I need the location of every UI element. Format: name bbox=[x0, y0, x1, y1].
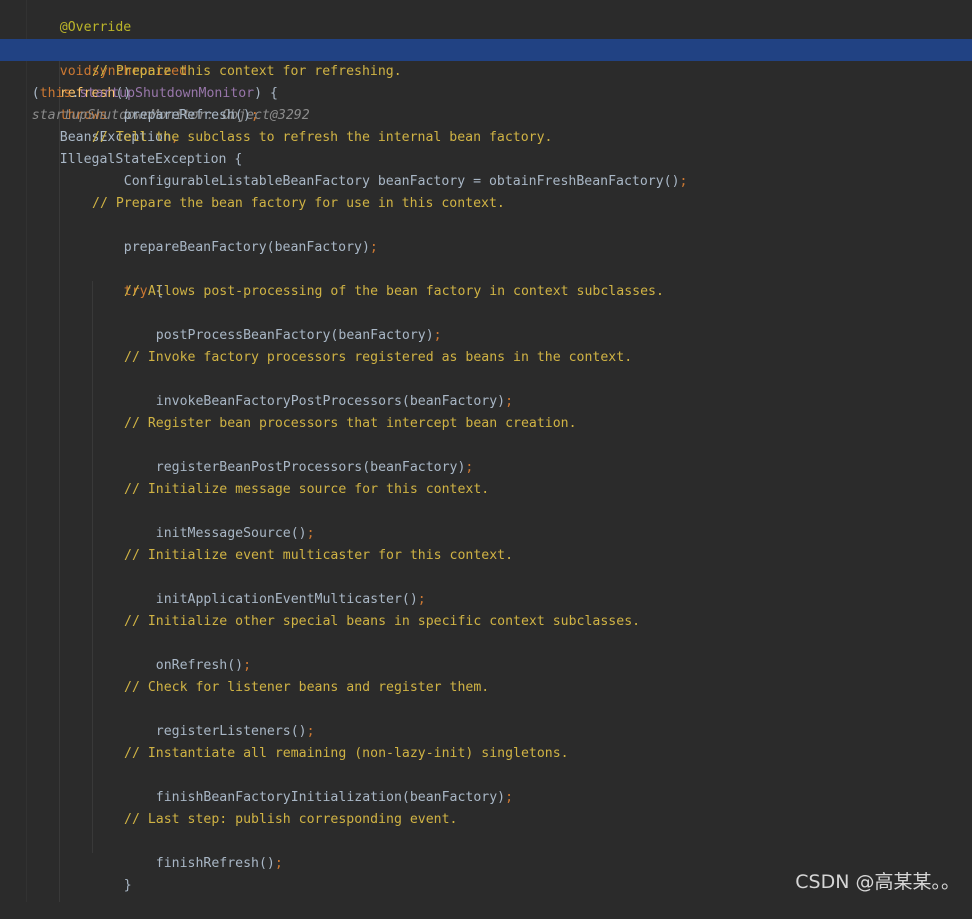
code-token: initMessageSource() bbox=[155, 526, 307, 541]
code-token: invokeBeanFactoryPostProcessors(beanFact… bbox=[155, 394, 506, 409]
code-line[interactable]: ConfigurableListableBeanFactory beanFact… bbox=[92, 149, 688, 189]
brace-token: } bbox=[123, 878, 132, 893]
code-line[interactable]: invokeBeanFactoryPostProcessors(beanFact… bbox=[124, 369, 513, 409]
code-token: postProcessBeanFactory(beanFactory) bbox=[155, 328, 434, 343]
semicolon-token: ; bbox=[505, 394, 514, 409]
code-line[interactable]: initApplicationEventMulticaster(); bbox=[124, 567, 426, 607]
code-token: onRefresh() bbox=[155, 658, 244, 673]
code-line-method-signature[interactable]: public void refresh() throws BeansExcept… bbox=[28, 17, 243, 167]
code-line[interactable]: finishRefresh(); bbox=[124, 831, 283, 871]
semicolon-token: ; bbox=[243, 658, 252, 673]
code-token: prepareRefresh() bbox=[123, 108, 251, 123]
code-comment[interactable]: // Invoke factory processors registered … bbox=[124, 347, 632, 369]
code-comment[interactable]: // Initialize event multicaster for this… bbox=[124, 545, 513, 567]
code-comment[interactable]: // Prepare the bean factory for use in t… bbox=[92, 193, 505, 215]
code-comment[interactable]: // Check for listener beans and register… bbox=[124, 677, 489, 699]
code-comment[interactable]: // Tell the subclass to refresh the inte… bbox=[92, 127, 553, 149]
semicolon-token: ; bbox=[465, 460, 474, 475]
code-line[interactable]: finishBeanFactoryInitialization(beanFact… bbox=[124, 765, 513, 805]
code-comment[interactable]: // Register bean processors that interce… bbox=[124, 413, 577, 435]
code-line[interactable]: prepareBeanFactory(beanFactory); bbox=[92, 215, 378, 255]
semicolon-token: ; bbox=[505, 790, 514, 805]
code-line-annotation[interactable]: @Override bbox=[28, 0, 131, 35]
code-comment[interactable]: // Initialize message source for this co… bbox=[124, 479, 489, 501]
semicolon-token: ; bbox=[369, 240, 378, 255]
semicolon-token: ; bbox=[679, 174, 688, 189]
code-token: finishRefresh() bbox=[155, 856, 275, 871]
semicolon-token: ; bbox=[250, 108, 259, 123]
code-line[interactable]: registerBeanPostProcessors(beanFactory); bbox=[124, 435, 474, 475]
indent-guide bbox=[92, 281, 93, 853]
code-comment[interactable]: // Prepare this context for refreshing. bbox=[92, 61, 402, 83]
keyword-token: this bbox=[39, 86, 72, 101]
code-editor[interactable]: @Override public void refresh() throws B… bbox=[0, 0, 972, 902]
semicolon-token: ; bbox=[306, 526, 315, 541]
code-token: initApplicationEventMulticaster() bbox=[155, 592, 418, 607]
semicolon-token: ; bbox=[274, 856, 283, 871]
code-comment[interactable]: // Allows post-processing of the bean fa… bbox=[124, 281, 664, 303]
code-line[interactable]: onRefresh(); bbox=[124, 633, 251, 673]
code-line-try[interactable]: try { bbox=[92, 259, 164, 299]
watermark-text: CSDN @高某某。。 bbox=[795, 871, 960, 893]
code-line[interactable]: postProcessBeanFactory(beanFactory); bbox=[124, 303, 442, 343]
code-token: registerBeanPostProcessors(beanFactory) bbox=[155, 460, 466, 475]
code-line[interactable]: registerListeners(); bbox=[124, 699, 315, 739]
current-execution-line[interactable]: synchronized (this.startupShutdownMonito… bbox=[0, 39, 972, 123]
punctuation-token: ( bbox=[31, 86, 40, 101]
code-comment[interactable]: // Instantiate all remaining (non-lazy-i… bbox=[124, 743, 569, 765]
indent-guide bbox=[59, 61, 60, 902]
code-line[interactable]: prepareRefresh(); bbox=[92, 83, 259, 123]
code-token: ConfigurableListableBeanFactory beanFact… bbox=[123, 174, 680, 189]
gutter-divider bbox=[26, 0, 27, 902]
code-line-closing-brace[interactable]: } bbox=[92, 853, 132, 893]
code-comment[interactable]: // Initialize other special beans in spe… bbox=[124, 611, 640, 633]
code-line[interactable]: initMessageSource(); bbox=[124, 501, 315, 541]
semicolon-token: ; bbox=[417, 592, 426, 607]
code-token: finishBeanFactoryInitialization(beanFact… bbox=[155, 790, 506, 805]
code-token: registerListeners() bbox=[155, 724, 307, 739]
semicolon-token: ; bbox=[433, 328, 442, 343]
code-token: prepareBeanFactory(beanFactory) bbox=[123, 240, 370, 255]
semicolon-token: ; bbox=[306, 724, 315, 739]
code-comment[interactable]: // Last step: publish corresponding even… bbox=[124, 809, 457, 831]
